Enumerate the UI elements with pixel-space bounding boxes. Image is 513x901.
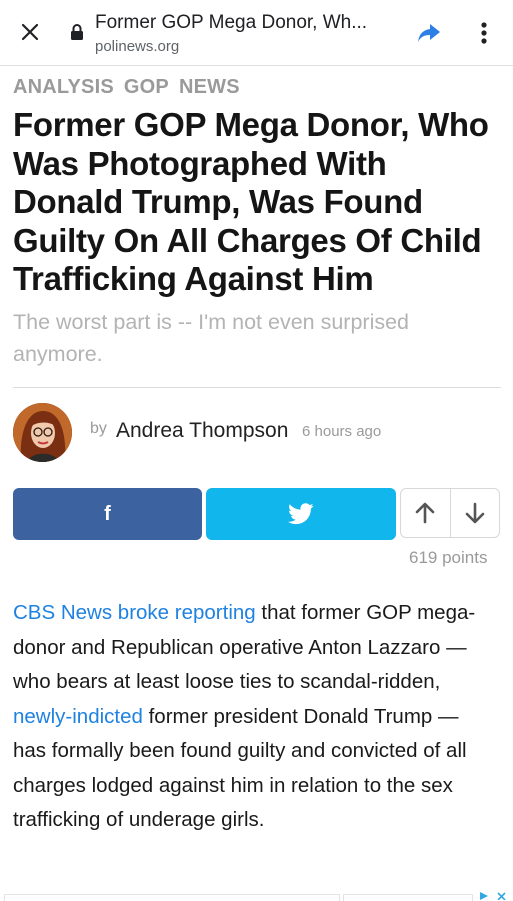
- upvote-button[interactable]: [401, 489, 451, 537]
- vote-control: [400, 488, 500, 538]
- arrow-up-icon: [415, 502, 435, 524]
- tag-analysis[interactable]: ANALYSIS: [13, 76, 114, 98]
- twitter-icon: [288, 503, 314, 525]
- more-vert-icon[interactable]: [474, 19, 494, 47]
- facebook-icon: f: [104, 502, 111, 525]
- arrow-down-icon: [465, 502, 485, 524]
- tag-gop[interactable]: GOP: [124, 76, 169, 98]
- facebook-share-button[interactable]: f: [13, 488, 202, 540]
- article-body: CBS News broke reporting that former GOP…: [13, 596, 495, 838]
- byline-prefix: by: [90, 420, 107, 437]
- lock-icon: [71, 24, 83, 40]
- article-headline: Former GOP Mega Donor, Who Was Photograp…: [13, 106, 489, 297]
- browser-toolbar: Former GOP Mega Donor, Wh... polinews.or…: [0, 0, 513, 66]
- publish-time: 6 hours ago: [302, 423, 382, 440]
- cbs-news-link[interactable]: CBS News broke reporting: [13, 601, 256, 624]
- author-avatar[interactable]: [13, 403, 72, 462]
- page-url[interactable]: polinews.org: [95, 38, 179, 55]
- twitter-share-button[interactable]: [206, 488, 396, 540]
- article-tags: ANALYSIS GOP NEWS: [13, 76, 250, 99]
- page-title: Former GOP Mega Donor, Wh...: [95, 12, 368, 33]
- points-count: 619 points: [409, 548, 488, 567]
- tag-news[interactable]: NEWS: [179, 76, 240, 98]
- article-subheadline: The worst part is -- I'm not even surpri…: [13, 310, 410, 366]
- close-icon[interactable]: [18, 20, 42, 44]
- divider: [13, 387, 501, 388]
- adchoices-icon[interactable]: [478, 890, 508, 900]
- author-name[interactable]: Andrea Thompson: [116, 419, 288, 443]
- share-icon[interactable]: [416, 20, 442, 46]
- ad-strip: [0, 890, 513, 901]
- downvote-button[interactable]: [451, 489, 500, 537]
- newly-indicted-link[interactable]: newly-indicted: [13, 705, 143, 728]
